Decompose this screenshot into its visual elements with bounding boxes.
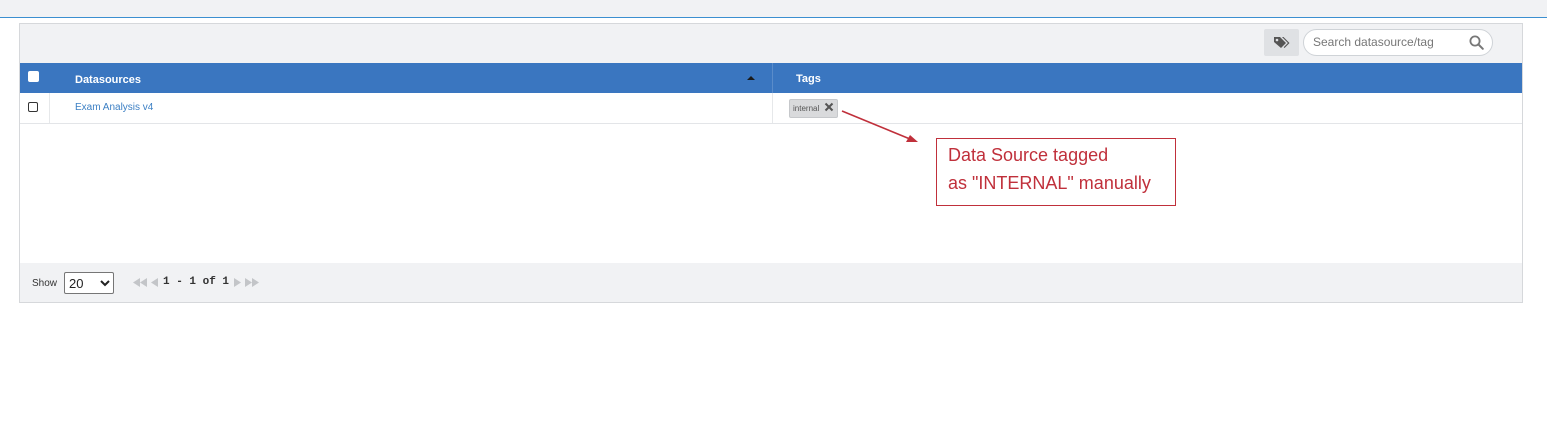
remove-tag-icon[interactable] (824, 102, 834, 112)
tag-filter-button[interactable] (1264, 29, 1299, 56)
previous-page-button[interactable] (151, 277, 158, 287)
column-divider (772, 63, 773, 93)
top-bar (0, 0, 1547, 18)
row-checkbox[interactable] (28, 102, 38, 112)
annotation-callout: Data Source tagged as "INTERNAL" manuall… (936, 138, 1176, 206)
tag-label: internal (793, 104, 820, 113)
pagination-footer: Show 20 1 - 1 of 1 (20, 263, 1522, 302)
datasource-panel: Datasources Tags Exam Analysis v4 intern… (19, 23, 1523, 303)
select-all-checkbox[interactable] (28, 71, 39, 82)
last-page-icon (245, 277, 260, 287)
cell-divider (49, 93, 50, 123)
last-page-button[interactable] (245, 277, 260, 287)
pager: 1 - 1 of 1 (133, 275, 263, 289)
next-page-button[interactable] (234, 277, 242, 287)
table-row: Exam Analysis v4 internal (20, 93, 1522, 124)
tags-icon (1274, 36, 1290, 48)
search-icon[interactable] (1469, 35, 1484, 50)
datasource-table: Datasources Tags Exam Analysis v4 intern… (20, 63, 1522, 263)
column-header-datasources[interactable]: Datasources (75, 74, 141, 86)
table-header: Datasources Tags (20, 63, 1522, 93)
first-page-icon (133, 277, 147, 287)
previous-page-icon (151, 277, 158, 287)
search-box (1303, 29, 1493, 56)
column-header-tags: Tags (796, 73, 821, 85)
page-info: 1 - 1 of 1 (163, 276, 230, 288)
annotation-line-2: as "INTERNAL" manually (948, 173, 1151, 193)
tag-chip: internal (789, 99, 838, 118)
search-input[interactable] (1313, 34, 1463, 50)
callout-arrow (841, 110, 918, 142)
first-page-button[interactable] (133, 277, 147, 287)
page-size-select[interactable]: 20 (64, 272, 114, 294)
datasource-link[interactable]: Exam Analysis v4 (75, 102, 153, 113)
cell-divider (772, 93, 773, 123)
next-page-icon (234, 277, 242, 287)
sort-ascending-icon[interactable] (747, 76, 755, 80)
annotation-line-1: Data Source tagged (948, 145, 1109, 165)
show-label: Show (32, 278, 58, 289)
